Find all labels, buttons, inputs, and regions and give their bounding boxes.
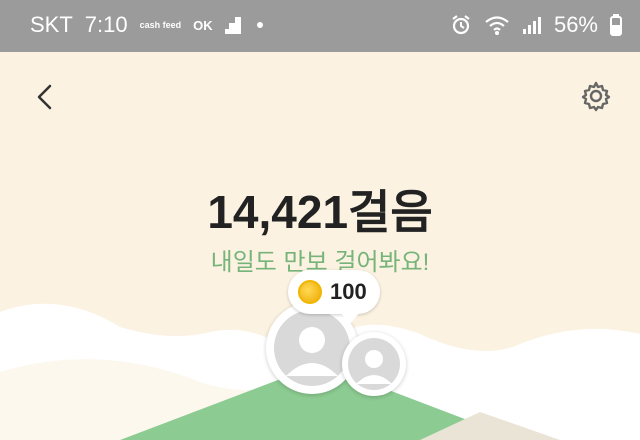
app-notification-icon xyxy=(224,17,241,34)
time-label: 7:10 xyxy=(84,12,128,37)
more-notifications-dot xyxy=(256,22,263,28)
signal-icon xyxy=(522,17,541,34)
battery-icon xyxy=(610,14,622,36)
coin-icon xyxy=(298,280,322,304)
coin-amount: 100 xyxy=(330,279,367,304)
friend-avatar[interactable] xyxy=(342,332,406,396)
ok-cashbag-icon: OK xyxy=(193,17,213,33)
person-icon xyxy=(348,338,400,390)
carrier-label: SKT xyxy=(30,12,73,37)
battery-percent: 56% xyxy=(553,12,598,37)
status-bar: SKT 7:10 cash feed OK 56% xyxy=(0,0,640,52)
cashfeed-icon: cash feed xyxy=(139,19,182,30)
step-count-value: 14,421 xyxy=(207,186,349,238)
back-icon[interactable] xyxy=(30,82,60,112)
coin-reward-bubble[interactable]: 100 xyxy=(288,270,380,324)
wifi-icon xyxy=(485,16,509,35)
gear-icon[interactable] xyxy=(580,80,612,112)
step-count: 14,421걸음 xyxy=(0,176,640,242)
step-count-unit: 걸음 xyxy=(348,186,433,238)
alarm-icon xyxy=(452,15,470,35)
